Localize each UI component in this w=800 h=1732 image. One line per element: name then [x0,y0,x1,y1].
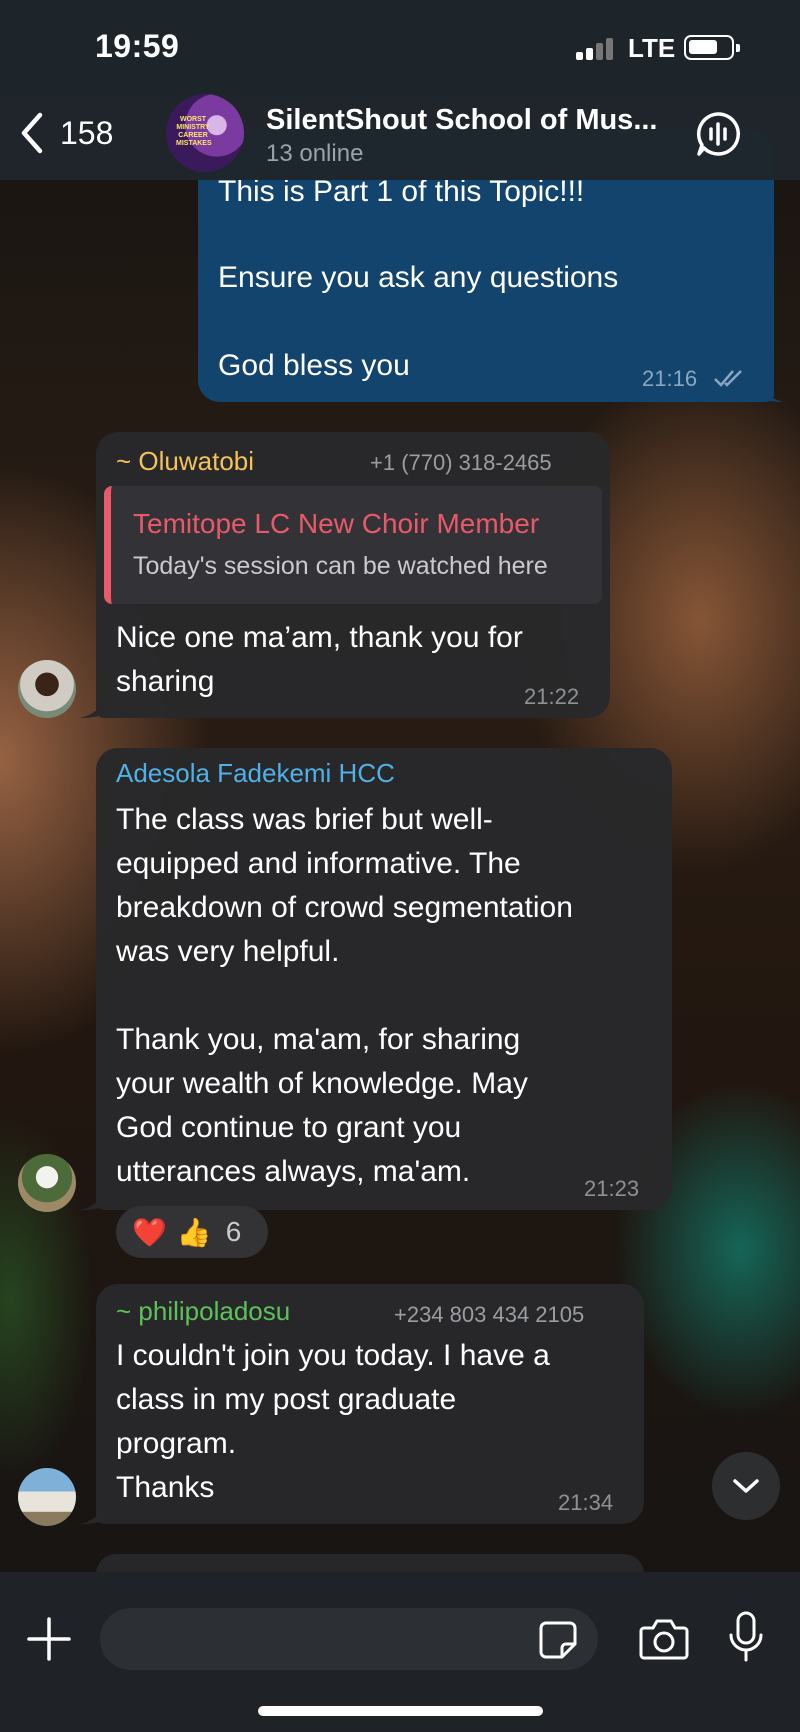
sender-name[interactable]: Adesola Fadekemi HCC [116,758,395,789]
reaction-count: 6 [225,1216,242,1247]
message-line: Ensure you ask any questions [218,261,619,294]
camera-button[interactable] [638,1616,690,1662]
bubble-tail [760,380,784,402]
message-input[interactable] [100,1608,598,1670]
sender-phone: +234 803 434 2105 [394,1302,585,1327]
reply-text: Today's session can be watched here [133,552,548,580]
attach-button[interactable] [26,1616,72,1662]
group-title[interactable]: SilentShout School of Mus... [266,104,658,137]
message-time: 21:16 [642,366,698,391]
incoming-message[interactable]: ~ Oluwatobi +1 (770) 318-2465 Temitope L… [96,432,610,718]
avatar[interactable] [18,1468,76,1526]
message-text: Nice one ma’am, thank you for sharing [116,621,523,698]
signal-strength-icon [576,38,616,60]
attach-plus-icon [27,1617,71,1661]
message-time: 21:23 [584,1176,640,1201]
message-time: 21:22 [524,684,580,709]
sender-name[interactable]: ~ Oluwatobi [116,446,254,477]
microphone-button[interactable] [726,1610,766,1666]
sender-name[interactable]: ~ philipoladosu [116,1296,290,1327]
message-text: I couldn't join you today. I have a clas… [116,1339,550,1504]
read-checkmarks-icon [712,366,748,395]
scroll-down-button[interactable] [712,1452,780,1520]
microphone-icon [729,1611,763,1662]
back-button[interactable]: 158 [18,108,113,158]
bubble-tail [80,1188,104,1210]
message-line: God bless you [218,349,410,382]
heart-reaction-icon[interactable]: ❤️ [132,1216,167,1249]
online-count: 13 online [266,140,364,167]
voice-chat-button[interactable] [694,110,742,158]
sender-phone: +1 (770) 318-2465 [370,450,552,475]
avatar[interactable] [18,660,76,718]
sticker-icon [539,1621,577,1659]
incoming-message[interactable]: Adesola Fadekemi HCC The class was brief… [96,748,672,1210]
bubble-tail [80,1502,104,1524]
home-indicator[interactable] [258,1706,543,1716]
status-time: 19:59 [95,28,180,64]
voice-chat-icon [696,112,741,156]
status-bar: 19:59 LTE [0,0,800,90]
reply-quote[interactable]: Temitope LC New Choir Member Today's ses… [104,486,602,604]
back-chevron-icon [21,112,43,154]
sticker-button[interactable] [538,1620,578,1660]
message-text: The class was brief but well- equipped a… [116,803,573,1188]
message-time: 21:34 [558,1490,614,1515]
group-avatar-text: WORST MINISTRY CAREER MISTAKES [176,116,212,147]
reactions-pill[interactable]: ❤️ 👍 6 [116,1206,268,1258]
battery-icon [684,35,740,60]
thumbs-up-reaction-icon[interactable]: 👍 [177,1216,212,1249]
chat-header: 158 WORST MINISTRY CAREER MISTAKES Silen… [0,90,800,180]
unread-count: 158 [60,114,114,151]
camera-icon [639,1619,689,1660]
network-type: LTE [628,33,676,63]
scroll-down-icon [733,1479,759,1493]
bubble-tail [80,696,104,718]
incoming-message[interactable]: ~ philipoladosu +234 803 434 2105 I coul… [96,1284,644,1524]
avatar[interactable] [18,1154,76,1212]
group-avatar[interactable]: WORST MINISTRY CAREER MISTAKES [166,94,244,172]
reply-author: Temitope LC New Choir Member [133,508,540,539]
